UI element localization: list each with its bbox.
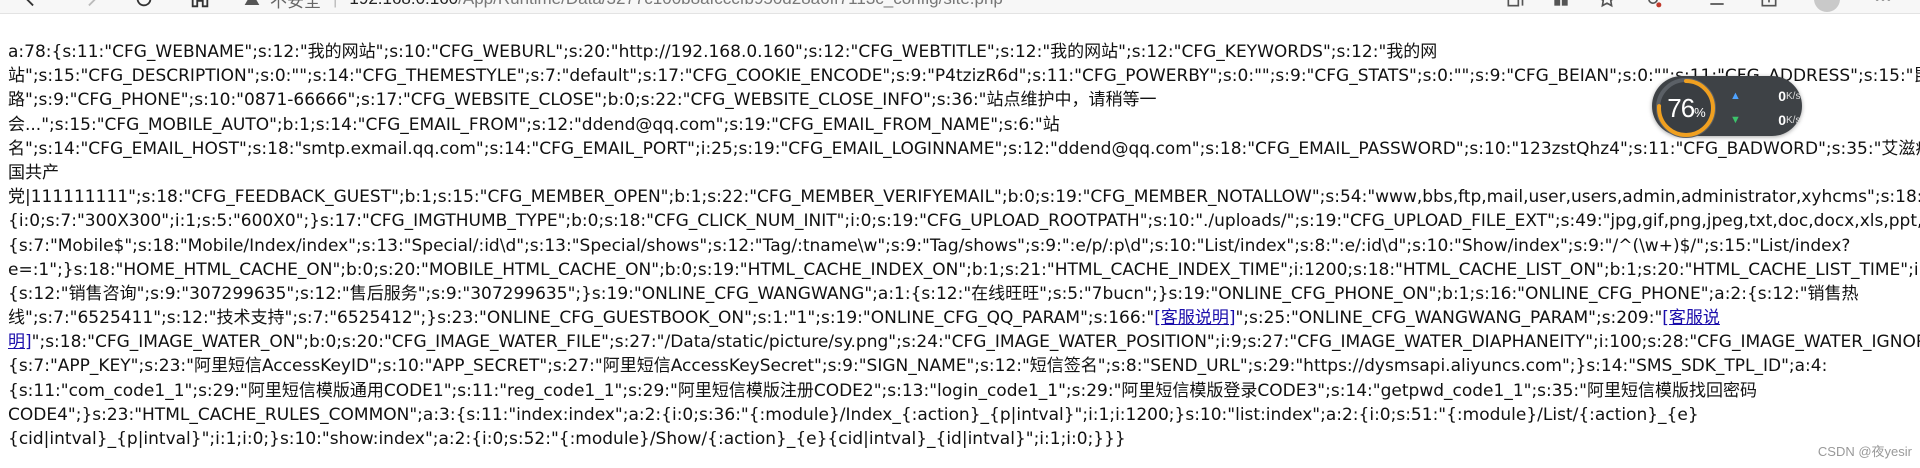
star-icon — [1601, 0, 1613, 8]
address-bar[interactable]: 不安全 | 192.168.0.160 /App/Runtime/Data/32… — [244, 0, 1469, 12]
text-line: {s:7:"APP_KEY";s:23:"阿里短信AccessKeyID";s:… — [8, 356, 1828, 377]
security-label: 不安全 — [270, 0, 321, 11]
service-notice-link[interactable]: [客服说明] — [1154, 308, 1235, 328]
reload-icon — [136, 0, 152, 7]
service-notice-link[interactable]: 明] — [8, 332, 32, 352]
forward-arrow-icon — [88, 0, 96, 7]
text-line: e=:1";}s:18:"HOME_HTML_CACHE_ON";b:0;s:2… — [8, 259, 1920, 280]
text-line: 名";s:14:"CFG_EMAIL_HOST";s:18:"smtp.exma… — [8, 138, 1920, 159]
text-segment: ";s:25:"ONLINE_CFG_WANGWANG_PARAM";s:209… — [1235, 308, 1663, 329]
reader-mode-button[interactable] — [1498, 0, 1532, 12]
network-monitor-widget[interactable]: 76% ▲ 0 K/s ▼ 0 K/s — [1652, 76, 1802, 138]
more-icon — [1875, 0, 1891, 1]
collections-icon — [1710, 3, 1724, 5]
upload-speed: ▲ 0 K/s — [1730, 88, 1800, 104]
new-tab-button[interactable] — [1752, 0, 1786, 12]
text-line: {s:7:"Mobile$";s:18:"Mobile/Index/index"… — [8, 235, 1851, 256]
text-segment: ";s:18:"CFG_IMAGE_WATER_ON";b:0;s:20:"CF… — [31, 332, 1920, 353]
reload-button[interactable] — [124, 0, 164, 12]
upload-unit: K/s — [1786, 90, 1801, 102]
text-segment: 线";s:7:"6525411";s:12:"技术支持";s:7:"652541… — [8, 308, 1155, 329]
text-line: 会...";s:15:"CFG_MOBILE_AUTO";b:1;s:14:"C… — [8, 114, 1060, 135]
upload-arrow-icon: ▲ — [1730, 90, 1741, 102]
reader-icon — [1507, 0, 1524, 7]
text-line-with-link: 明]";s:18:"CFG_IMAGE_WATER_ON";b:0;s:20:"… — [8, 330, 1920, 354]
usage-percent: 76% — [1667, 92, 1705, 123]
url-host: 192.168.0.160 — [349, 0, 458, 9]
watermark: CSDN @夜yesir — [1817, 444, 1912, 459]
text-line: {i:0;s:7:"300X300";i:1;s:5:"600X0";}s:17… — [8, 211, 1920, 232]
favorites-button[interactable] — [1590, 0, 1624, 12]
cpu-usage-ring: 76% — [1656, 78, 1716, 138]
text-line: {s:12:"销售咨询";s:9:"307299635";s:12:"售后服务"… — [8, 283, 1859, 304]
home-icon — [191, 0, 209, 8]
back-arrow-icon — [26, 0, 34, 7]
new-tab-icon — [1761, 0, 1777, 7]
apps-button[interactable] — [1544, 0, 1578, 12]
profile-button[interactable] — [1810, 0, 1844, 12]
text-line: 党|111111111";s:18:"CFG_FEEDBACK_GUEST";b… — [8, 187, 1920, 208]
download-speed: ▼ 0 K/s — [1730, 112, 1800, 128]
upload-value: 0 — [1778, 88, 1786, 104]
text-line: 国共产 — [8, 162, 59, 183]
more-menu-button[interactable] — [1866, 0, 1900, 12]
browser-toolbar: 不安全 | 192.168.0.160 /App/Runtime/Data/32… — [0, 0, 1920, 14]
text-line: 站";s:15:"CFG_DESCRIPTION";s:0:"";s:14:"C… — [8, 66, 1920, 87]
service-notice-link[interactable]: [客服说 — [1662, 308, 1720, 328]
warning-icon — [244, 0, 260, 5]
url-path: /App/Runtime/Data/3277c100b8afcccfb950d2… — [458, 0, 1003, 9]
collections-button[interactable] — [1700, 0, 1734, 12]
gear-icon — [1648, 0, 1662, 8]
address-separator: | — [333, 0, 337, 9]
download-arrow-icon: ▼ — [1730, 114, 1741, 126]
text-line: {cid|intval}_{p|intval}";i:1;i:0;}s:10:"… — [8, 429, 1126, 449]
home-button[interactable] — [180, 0, 220, 12]
avatar — [1814, 0, 1840, 12]
forward-button[interactable] — [68, 0, 108, 12]
text-line: {s:11:"com_code1_1";s:29:"阿里短信模版通用CODE1"… — [8, 380, 1757, 401]
download-value: 0 — [1778, 112, 1786, 128]
back-button[interactable] — [14, 0, 54, 12]
text-line-with-links: 线";s:7:"6525411";s:12:"技术支持";s:7:"652541… — [8, 306, 1916, 330]
text-line: a:78:{s:11:"CFG_WEBNAME";s:12:"我的网站";s:1… — [8, 42, 1438, 62]
download-unit: K/s — [1786, 114, 1801, 126]
settings-button[interactable] — [1636, 0, 1670, 12]
page-raw-text: a:78:{s:11:"CFG_WEBNAME";s:12:"我的网站";s:1… — [0, 40, 1920, 451]
apps-icon — [1554, 0, 1568, 6]
text-line: CODE4";}s:23:"HTML_CACHE_RULES_COMMON";a… — [8, 404, 1699, 425]
text-line: 路";s:9:"CFG_PHONE";s:10:"0871-66666";s:1… — [8, 90, 1157, 111]
